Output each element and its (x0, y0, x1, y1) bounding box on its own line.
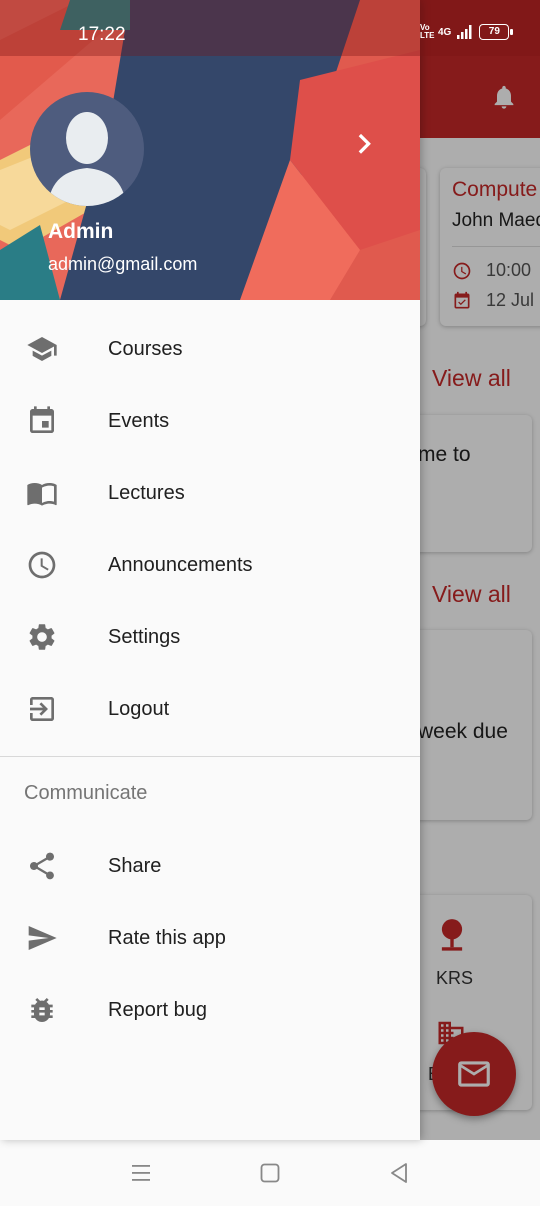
nav-item-report-bug[interactable]: Report bug (0, 974, 420, 1046)
nav-label-courses: Courses (108, 337, 183, 360)
nav-item-announcements[interactable]: Announcements (0, 529, 420, 601)
nav-label-events: Events (108, 409, 170, 432)
nav-item-logout[interactable]: Logout (0, 673, 420, 745)
status-icons: Vo LTE 4G 79 (420, 23, 514, 40)
section-title-communicate: Communicate (24, 782, 148, 804)
nav-label-report-bug: Report bug (108, 998, 207, 1021)
battery-icon: 79 (479, 24, 514, 40)
nav-item-courses[interactable]: Courses (0, 313, 420, 385)
share-icon (25, 849, 59, 883)
drawer-divider (0, 756, 420, 757)
back-icon[interactable] (386, 1160, 412, 1186)
status-bar: 17:22 Vo LTE 4G 79 (0, 0, 540, 56)
school-icon (25, 332, 59, 366)
nav-item-events[interactable]: Events (0, 385, 420, 457)
nav-item-rate-app[interactable]: Rate this app (0, 902, 420, 974)
status-time: 17:22 (78, 24, 126, 45)
clock-icon (25, 548, 59, 582)
system-navigation-bar (0, 1140, 540, 1206)
signal-icon (457, 25, 472, 39)
nav-label-settings: Settings (108, 625, 181, 648)
nav-item-settings[interactable]: Settings (0, 601, 420, 673)
user-email: admin@gmail.com (48, 254, 198, 274)
person-silhouette-icon (48, 112, 126, 206)
send-icon (25, 921, 59, 955)
home-icon[interactable] (257, 1160, 283, 1186)
network-type: 4G (438, 26, 452, 38)
nav-label-lectures: Lectures (108, 481, 185, 504)
bug-icon (25, 993, 59, 1027)
gear-icon (25, 620, 59, 654)
chevron-right-icon[interactable] (346, 120, 382, 164)
event-icon (25, 404, 59, 438)
nav-label-logout: Logout (108, 697, 170, 720)
logout-icon (25, 692, 59, 726)
nav-item-lectures[interactable]: Lectures (0, 457, 420, 529)
user-name: Admin (48, 220, 114, 243)
book-icon (25, 476, 59, 510)
nav-label-rate-app: Rate this app (108, 926, 226, 949)
nav-label-announcements: Announcements (108, 553, 253, 576)
menu-icon[interactable] (128, 1160, 154, 1186)
volte-icon: Vo LTE (420, 23, 435, 40)
navigation-drawer: Admin admin@gmail.com Courses Events Lec… (0, 0, 420, 1140)
battery-level: 79 (488, 26, 500, 37)
nav-label-share: Share (108, 854, 162, 877)
avatar[interactable] (30, 92, 144, 206)
nav-item-share[interactable]: Share (0, 830, 420, 902)
